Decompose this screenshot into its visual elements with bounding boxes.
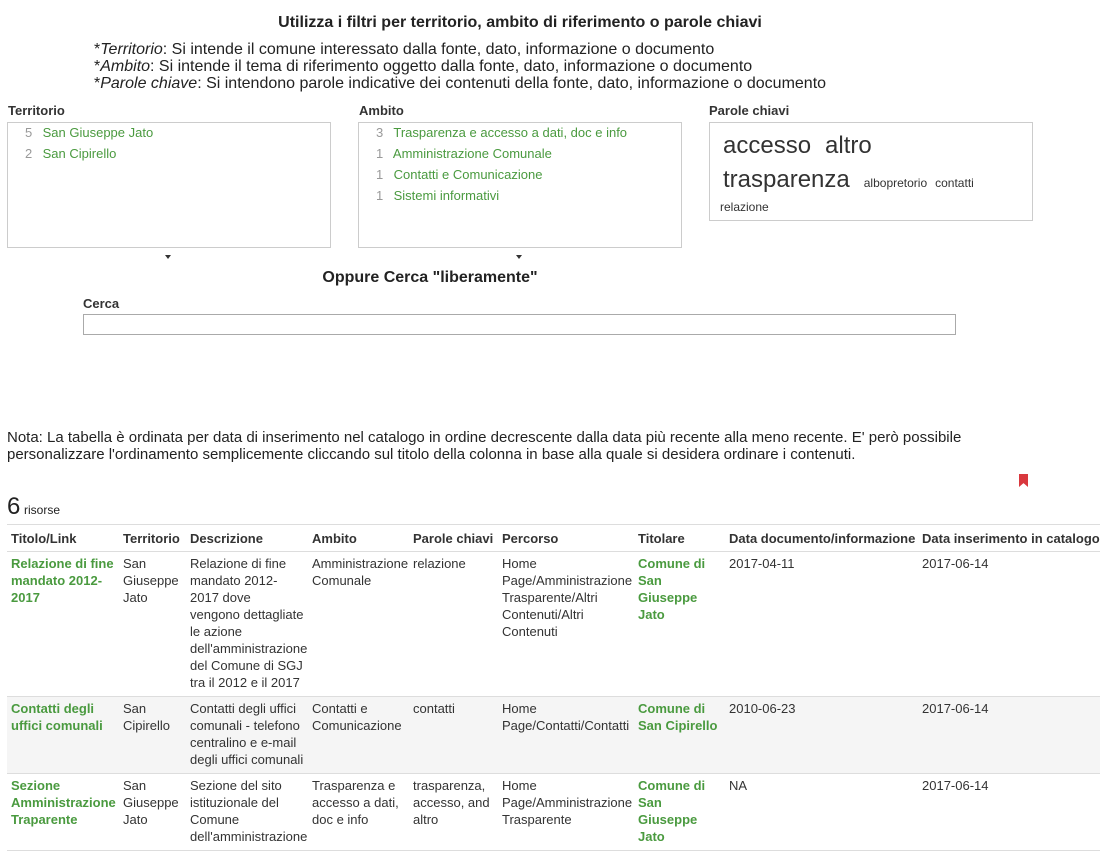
cell-data-documento: 2017-04-11 xyxy=(725,551,918,697)
column-header-titolo[interactable]: Titolo/Link xyxy=(7,524,119,552)
cell-descrizione: Sezione del sito istituzionale del Comun… xyxy=(186,773,308,851)
titolare-link[interactable]: Comune di San Giuseppe Jato xyxy=(638,556,705,622)
tag-relazione[interactable]: relazione xyxy=(720,200,769,214)
free-search-heading: Oppure Cerca "liberamente" xyxy=(322,269,538,286)
def-parole-chiave: *Parole chiave: Si intendono parole indi… xyxy=(94,75,827,92)
results-table: Titolo/Link Territorio Descrizione Ambit… xyxy=(7,524,1100,851)
results-count: 6 risorse xyxy=(7,493,60,521)
caret-down-icon[interactable] xyxy=(165,255,171,259)
def-territorio: *Territorio: Si intende il comune intere… xyxy=(94,41,715,58)
table-row: Contatti degli uffici comunali San Cipir… xyxy=(7,696,1100,774)
cell-territorio: San Giuseppe Jato xyxy=(119,551,186,697)
facet-link[interactable]: Sistemi informativi xyxy=(394,188,499,203)
facet-count: 1 xyxy=(376,167,384,182)
bookmark-icon[interactable] xyxy=(1019,474,1028,487)
cerca-label: Cerca xyxy=(83,296,120,311)
column-header-data-documento[interactable]: Data documento/informazione xyxy=(725,524,918,552)
facet-count: 1 xyxy=(376,188,384,203)
column-header-parole-chiavi[interactable]: Parole chiavi xyxy=(409,524,498,552)
table-row: Sezione Amministrazione Traparente San G… xyxy=(7,773,1100,851)
cell-titolo: Sezione Amministrazione Traparente xyxy=(7,773,119,851)
tag-cloud-box: accesso altro trasparenza albopretorio cont… xyxy=(709,122,1033,221)
cell-data-documento: NA xyxy=(725,773,918,851)
territorio-item-san-giuseppe-jato[interactable]: 5 San Giuseppe Jato xyxy=(25,124,330,145)
resource-link[interactable]: Relazione di fine mandato 2012-2017 xyxy=(11,556,114,605)
cell-titolo: Contatti degli uffici comunali xyxy=(7,696,119,774)
resource-link[interactable]: Contatti degli uffici comunali xyxy=(11,701,103,733)
tag-albopretorio[interactable]: albopretorio xyxy=(864,176,927,190)
cell-descrizione: Contatti degli uffici comunali - telefon… xyxy=(186,696,308,774)
cell-parole: trasparenza, accesso, and altro xyxy=(409,773,498,851)
facet-count: 1 xyxy=(376,146,384,161)
facet-link[interactable]: Contatti e Comunicazione xyxy=(394,167,543,182)
results-count-label: risorse xyxy=(23,503,60,517)
tag-trasparenza[interactable]: trasparenza xyxy=(723,166,850,193)
cell-ambito: Contatti e Comunicazione xyxy=(308,696,409,774)
column-header-percorso[interactable]: Percorso xyxy=(498,524,634,552)
cell-titolare: Comune di San Cipirello xyxy=(634,696,725,774)
cell-parole: contatti xyxy=(409,696,498,774)
results-count-number: 6 xyxy=(7,493,21,520)
territorio-list: 5 San Giuseppe Jato 2 San Cipirello xyxy=(8,123,330,166)
territorio-label: Territorio xyxy=(8,103,65,118)
ambito-item-contatti[interactable]: 1 Contatti e Comunicazione xyxy=(376,166,681,187)
cell-percorso: Home Page/Contatti/Contatti xyxy=(498,696,634,774)
cell-ambito: Amministrazione Comunale xyxy=(308,551,409,697)
ambito-item-trasparenza[interactable]: 3 Trasparenza e accesso a dati, doc e in… xyxy=(376,124,681,145)
facet-link[interactable]: San Cipirello xyxy=(43,146,117,161)
search-input[interactable] xyxy=(83,314,956,335)
facet-link[interactable]: Trasparenza e accesso a dati, doc e info xyxy=(393,125,627,140)
territorio-filter-box[interactable]: 5 San Giuseppe Jato 2 San Cipirello xyxy=(7,122,331,248)
ambito-filter-box[interactable]: 3 Trasparenza e accesso a dati, doc e in… xyxy=(358,122,682,248)
titolare-link[interactable]: Comune di San Cipirello xyxy=(638,701,717,733)
cell-ambito: Trasparenza e accesso a dati, doc e info xyxy=(308,773,409,851)
facet-link[interactable]: Amministrazione Comunale xyxy=(393,146,552,161)
ambito-list: 3 Trasparenza e accesso a dati, doc e in… xyxy=(359,123,681,208)
cell-titolo: Relazione di fine mandato 2012-2017 xyxy=(7,551,119,697)
titolare-link[interactable]: Comune di San Giuseppe Jato xyxy=(638,778,705,844)
column-header-titolare[interactable]: Titolare xyxy=(634,524,725,552)
parole-chiavi-label: Parole chiavi xyxy=(709,103,790,118)
tag-accesso[interactable]: accesso xyxy=(723,132,811,159)
cell-titolare: Comune di San Giuseppe Jato xyxy=(634,551,725,697)
facet-count: 5 xyxy=(25,125,33,140)
cell-territorio: San Cipirello xyxy=(119,696,186,774)
ambito-item-sistemi[interactable]: 1 Sistemi informativi xyxy=(376,187,681,208)
table-header-row: Titolo/Link Territorio Descrizione Ambit… xyxy=(7,524,1100,552)
table-row: Relazione di fine mandato 2012-2017 San … xyxy=(7,551,1100,697)
column-header-data-inserimento[interactable]: Data inserimento in catalogo xyxy=(918,524,1100,552)
cell-data-inserimento: 2017-06-14 xyxy=(918,773,1100,851)
tag-contatti[interactable]: contatti xyxy=(935,176,974,190)
resource-link[interactable]: Sezione Amministrazione Traparente xyxy=(11,778,116,827)
facet-link[interactable]: San Giuseppe Jato xyxy=(43,125,154,140)
cell-data-documento: 2010-06-23 xyxy=(725,696,918,774)
facet-count: 2 xyxy=(25,146,33,161)
cell-data-inserimento: 2017-06-14 xyxy=(918,696,1100,774)
cell-percorso: Home Page/Amministrazione Trasparente/Al… xyxy=(498,551,634,697)
cell-percorso: Home Page/Amministrazione Trasparente xyxy=(498,773,634,851)
sorting-note: Nota: La tabella è ordinata per data di … xyxy=(7,429,962,463)
tag-altro[interactable]: altro xyxy=(825,132,872,159)
page-title: Utilizza i filtri per territorio, ambito… xyxy=(278,14,762,31)
def-ambito: *Ambito: Si intende il tema di riferimen… xyxy=(94,58,753,75)
definitions: *Territorio: Si intende il comune intere… xyxy=(94,41,826,92)
cell-parole: relazione xyxy=(409,551,498,697)
territorio-item-san-cipirello[interactable]: 2 San Cipirello xyxy=(25,145,330,166)
cell-titolare: Comune di San Giuseppe Jato xyxy=(634,773,725,851)
column-header-ambito[interactable]: Ambito xyxy=(308,524,409,552)
caret-down-icon[interactable] xyxy=(516,255,522,259)
column-header-territorio[interactable]: Territorio xyxy=(119,524,186,552)
ambito-label: Ambito xyxy=(359,103,404,118)
cell-data-inserimento: 2017-06-14 xyxy=(918,551,1100,697)
ambito-item-amministrazione[interactable]: 1 Amministrazione Comunale xyxy=(376,145,681,166)
facet-count: 3 xyxy=(376,125,384,140)
tag-cloud: accesso altro trasparenza albopretorio cont… xyxy=(710,123,1032,217)
cell-territorio: San Giuseppe Jato xyxy=(119,773,186,851)
column-header-descrizione[interactable]: Descrizione xyxy=(186,524,308,552)
cell-descrizione: Relazione di fine mandato 2012-2017 dove… xyxy=(186,551,308,697)
